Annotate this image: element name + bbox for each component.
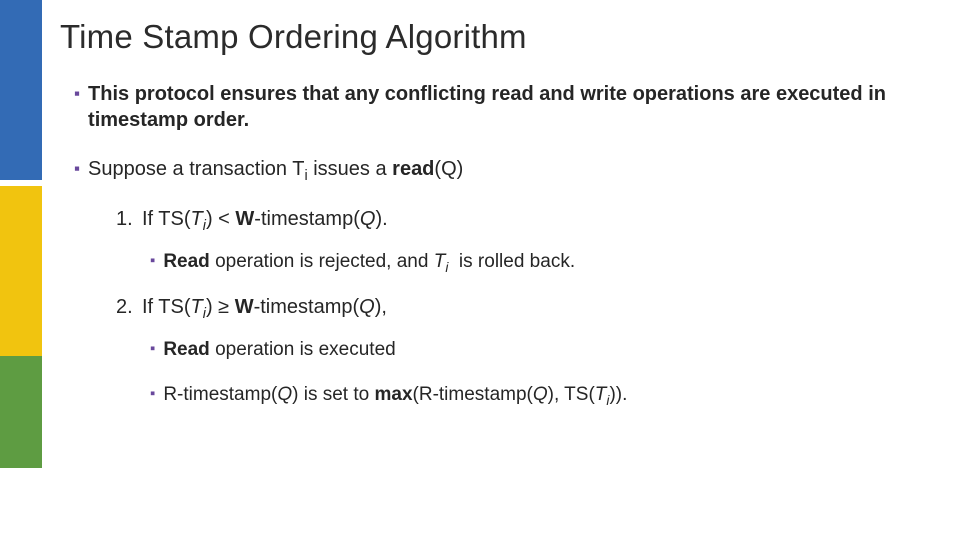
slide-title: Time Stamp Ordering Algorithm [60,18,527,56]
sidebar-block-blue [0,0,42,180]
sidebar-block-yellow [0,186,42,356]
slide-body: ▪This protocol ensures that any conflict… [74,82,914,427]
bullet-level3: ▪Read operation is executed [150,338,914,362]
numbered-item: 1.If TS(Ti) < W-timestamp(Q). [116,207,914,233]
bullet-level1: ▪This protocol ensures that any conflict… [74,82,914,133]
bullet-level3: ▪Read operation is rejected, and Ti is r… [150,250,914,274]
subbullet-text: Read operation is executed [163,338,395,362]
subbullet-text: R-timestamp(Q) is set to max(R-timestamp… [163,383,627,407]
numbered-text: If TS(Ti) ≥ W-timestamp(Q), [142,295,387,321]
subbullet-text: Read operation is rejected, and Ti is ro… [163,250,575,274]
numbered-text: If TS(Ti) < W-timestamp(Q). [142,207,388,233]
sidebar-decoration [0,0,42,540]
sidebar-block-green [0,356,42,468]
bullet-level1: ▪Suppose a transaction Ti issues a read(… [74,157,914,183]
bullet-text: This protocol ensures that any conflicti… [88,82,914,133]
slide: Time Stamp Ordering Algorithm ▪This prot… [0,0,960,540]
bullet-level3: ▪R-timestamp(Q) is set to max(R-timestam… [150,383,914,407]
bullet-text: Suppose a transaction Ti issues a read(Q… [88,157,463,183]
numbered-item: 2.If TS(Ti) ≥ W-timestamp(Q), [116,295,914,321]
